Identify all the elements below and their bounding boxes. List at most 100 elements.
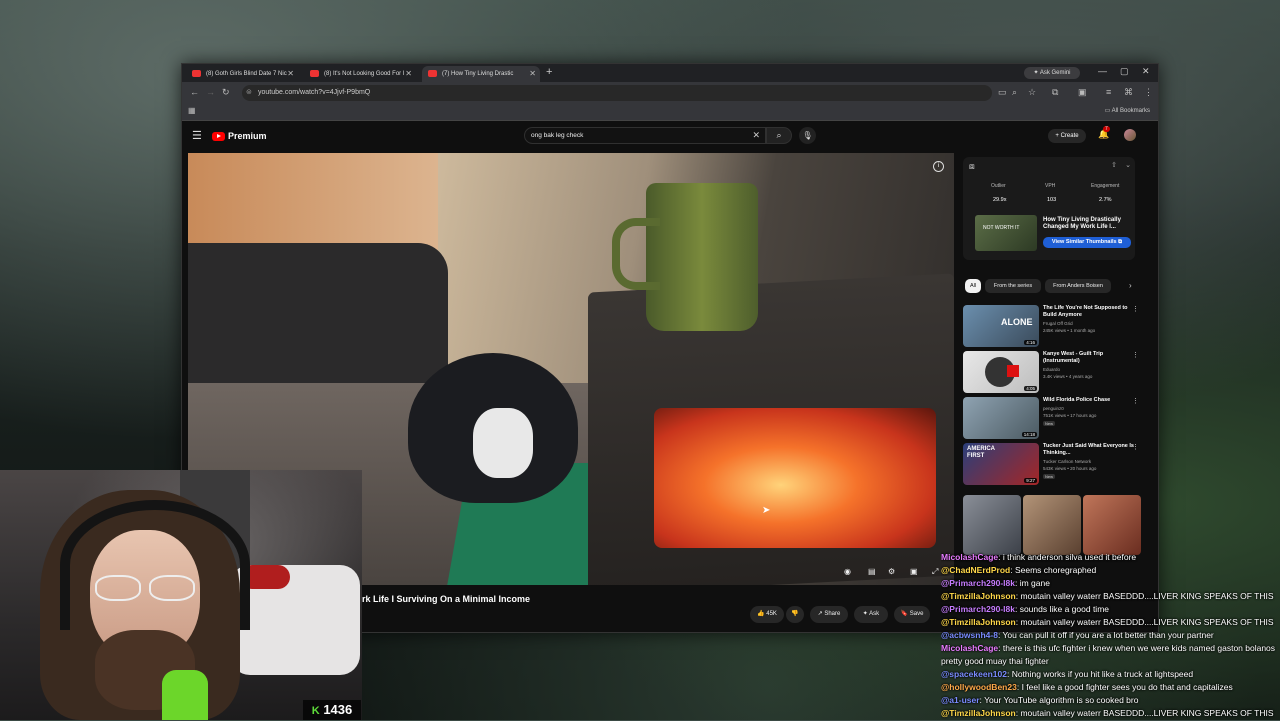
upload-icon[interactable]: ⇧ [1111,161,1117,169]
cast-icon[interactable]: ▭ [998,87,1007,98]
extension-video-title: How Tiny Living Drastically Changed My W… [1043,217,1121,230]
profile-extension-icon[interactable]: ▣ [1078,87,1087,98]
chevron-down-icon[interactable]: ⌄ [1125,161,1131,169]
video-thumbnail[interactable]: 4:05 [963,351,1039,393]
rec-channel[interactable]: Frugal Off Grid [1043,321,1073,326]
headset-icon [60,500,250,630]
more-options-icon[interactable]: ⋮ [1132,397,1139,405]
list-item[interactable]: 14:18 Wild Florida Police Chase penguinz… [963,397,1139,439]
rec-meta: 245K views • 1 month ago [1043,328,1096,333]
forward-icon[interactable]: → [206,87,215,97]
video-thumbnail[interactable]: ALONE 4:16 [963,305,1039,347]
video-frame-dog-chest [473,408,533,478]
extension-pin-icon[interactable]: ⌘ [1124,87,1133,98]
close-icon[interactable]: ✕ [529,66,536,82]
clear-search-icon[interactable]: ✕ [752,128,760,143]
video-frame-couch [188,243,448,393]
view-similar-thumbnails-button[interactable]: View Similar Thumbnails ⧉ [1043,237,1131,248]
close-icon[interactable]: ✕ [287,66,294,82]
create-button[interactable]: + Create [1048,129,1086,143]
zoom-icon[interactable]: ⌕ [1012,87,1017,98]
close-icon[interactable]: ✕ [405,66,412,82]
short-thumbnail[interactable] [1023,495,1081,555]
stat-label-engagement: Engagement [1091,183,1120,189]
captions-icon[interactable]: ▤ [868,567,876,576]
search-button[interactable]: ⌕ [766,127,792,144]
extension-logo-icon: ⧈ [969,161,975,171]
more-options-icon[interactable]: ⋮ [1132,305,1139,313]
list-item[interactable]: 4:05 Kanye West - Guilt Trip (Instrument… [963,351,1139,393]
miniplayer-icon[interactable]: ▣ [910,567,918,576]
site-info-icon[interactable]: ⊜ [246,85,252,101]
reload-icon[interactable]: ↻ [222,87,230,98]
save-button[interactable]: 🔖 Save [894,606,930,623]
avatar[interactable] [1124,129,1136,141]
like-count: 45K [766,611,777,617]
shorts-shelf [963,495,1143,555]
chat-message: @spacekeen102: Nothing works if you hit … [941,669,1194,679]
video-frame-fire [654,408,936,548]
video-thumbnail[interactable]: AMERICA FIRST 9:27 [963,443,1039,485]
short-thumbnail[interactable] [1083,495,1141,555]
more-options-icon[interactable]: ⋮ [1132,443,1139,451]
extensions-icon[interactable]: ⧉ [1052,87,1058,98]
rec-title[interactable]: Tucker Just Said What Everyone Is Thinki… [1043,443,1135,457]
rec-channel[interactable]: Eduardo [1043,367,1060,372]
minimize-button[interactable]: — [1098,66,1107,76]
new-badge: New [1043,474,1056,479]
video-thumbnail[interactable]: 14:18 [963,397,1039,439]
settings-gear-icon[interactable]: ⚙ [888,567,895,576]
list-item[interactable]: AMERICA FIRST 9:27 Tucker Just Said What… [963,443,1139,485]
rec-channel[interactable]: Tucker Carlson Network [1043,459,1091,464]
chat-text: You can pull it off if you are a lot bet… [1002,630,1214,640]
bookmark-star-icon[interactable]: ☆ [1028,87,1036,98]
all-bookmarks-button[interactable]: ▭ All Bookmarks [1105,107,1150,114]
new-tab-button[interactable]: + [546,66,552,78]
duration-badge: 14:18 [1021,432,1037,437]
maximize-button[interactable]: ▢ [1120,66,1129,77]
youtube-logo[interactable]: Premium [212,129,267,143]
share-button[interactable]: ↗ Share [810,606,848,623]
url-field[interactable]: ⊜ youtube.com/watch?v=4Jjvf-P9bmQ [242,85,992,101]
media-icon[interactable]: ≡ [1106,87,1111,97]
hamburger-menu-icon[interactable]: ☰ [192,129,202,142]
rec-meta: 543K views • 20 hours ago [1043,466,1097,471]
bookmark-icon: 🔖 [900,611,909,617]
more-options-icon[interactable]: ⋮ [1132,351,1139,359]
rec-title[interactable]: Kanye West - Guilt Trip (Instrumental) [1043,351,1135,365]
streamer-webcam [0,470,362,720]
rec-title[interactable]: The Life You're Not Supposed to Build An… [1043,305,1135,319]
tab-goth-girls[interactable]: (8) Goth Girls Blind Date 7 Nic ✕ [186,66,298,82]
like-button[interactable]: 👍 45K [750,606,784,623]
ask-gemini-button[interactable]: ✦ Ask Gemini [1024,67,1080,79]
chip-from-series[interactable]: From the series [985,279,1041,293]
tab-title: (8) It's Not Looking Good For I [324,71,405,77]
chevron-right-icon[interactable]: › [1129,281,1132,290]
tab-tiny-living[interactable]: (7) How Tiny Living Drastic ✕ [422,66,540,82]
chat-username: @TimzillaJohnson [941,708,1016,718]
search-input[interactable]: ong bak leg check ✕ [524,127,766,144]
create-label: Create [1060,133,1079,139]
chip-from-anders-boisen[interactable]: From Anders Boisen [1045,279,1111,293]
rec-title[interactable]: Wild Florida Police Chase [1043,397,1135,404]
tab-not-looking-good[interactable]: (8) It's Not Looking Good For I ✕ [304,66,416,82]
duration-badge: 4:05 [1024,386,1037,391]
chip-all[interactable]: All [965,279,981,293]
ask-button[interactable]: ✦ Ask [854,606,888,623]
close-window-button[interactable]: ✕ [1142,66,1150,77]
apps-grid-icon[interactable]: ▦ [188,106,196,115]
list-item[interactable]: ALONE 4:16 The Life You're Not Supposed … [963,305,1139,347]
voice-search-button[interactable]: 🎙 [799,127,816,144]
info-icon[interactable]: i [933,161,944,172]
autoplay-icon[interactable]: ◉ [844,567,851,576]
menu-icon[interactable]: ⋮ [1144,87,1153,98]
rec-channel[interactable]: penguinz0 [1043,406,1064,411]
fullscreen-icon[interactable]: ⤢ [932,567,938,577]
chat-message: @hollywoodBen23: I feel like a good figh… [941,682,1233,692]
back-icon[interactable]: ← [190,87,199,97]
short-thumbnail[interactable] [963,495,1021,555]
tab-strip: (8) Goth Girls Blind Date 7 Nic ✕ (8) It… [182,64,1158,82]
notifications-button[interactable]: 🔔 7 [1098,126,1110,140]
chat-username: @Primarch290-l8k [941,604,1015,614]
dislike-button[interactable]: 👎 [786,606,804,623]
